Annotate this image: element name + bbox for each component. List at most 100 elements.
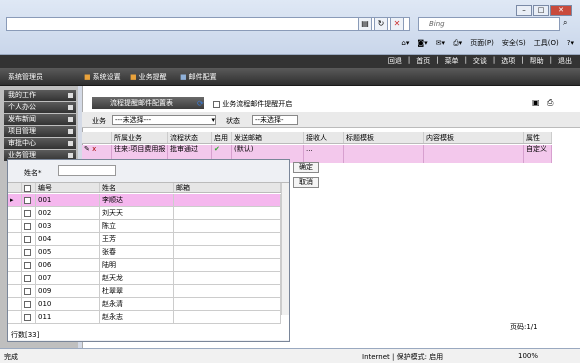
row-checkbox[interactable]	[22, 246, 36, 258]
zoom-level[interactable]: 100%	[518, 352, 538, 360]
grid-col-content-tpl[interactable]: 内容模板	[424, 132, 524, 143]
home-icon[interactable]: ⌂▾	[401, 39, 409, 47]
list-item[interactable]: 007 赵天龙	[8, 272, 281, 285]
link-chat[interactable]: 交谈	[473, 56, 487, 66]
row-checkbox[interactable]	[22, 298, 36, 310]
maximize-icon[interactable]: □	[533, 5, 549, 16]
search-input[interactable]: Bing	[418, 17, 560, 31]
minimize-icon[interactable]: –	[516, 5, 532, 16]
list-item[interactable]: ▸ 001 李顺达	[8, 194, 281, 207]
tab-mail-config[interactable]: ■ 邮件配置	[180, 72, 217, 82]
name-label: 姓名*	[24, 169, 42, 177]
list-item[interactable]: 004 王芳	[8, 233, 281, 246]
grid-col-biz[interactable]: 所属业务	[112, 132, 168, 143]
row-marker	[8, 233, 22, 245]
refresh-tab-icon[interactable]: ⟳	[197, 99, 204, 108]
row-checkbox[interactable]	[22, 220, 36, 232]
link-home[interactable]: 首页	[416, 56, 430, 66]
scrollbar[interactable]	[281, 183, 289, 315]
link-options[interactable]: 选项	[501, 56, 515, 66]
tab-business-reminder[interactable]: ■ 业务提醒	[130, 72, 167, 82]
grid-col-enabled[interactable]: 启用	[212, 132, 232, 143]
safety-menu[interactable]: 安全(S)	[502, 38, 526, 48]
address-bar[interactable]	[6, 17, 410, 31]
search-icon[interactable]: ⌕	[563, 18, 567, 28]
cancel-button[interactable]: 取消	[293, 177, 319, 188]
link-exit[interactable]: 退出	[558, 56, 572, 66]
stop-icon[interactable]: ✕	[390, 17, 404, 31]
row-marker	[8, 220, 22, 232]
link-back[interactable]: 回退	[388, 56, 402, 66]
list-item[interactable]: 005 张春	[8, 246, 281, 259]
col-id[interactable]: 编号	[36, 183, 100, 192]
cell-email	[174, 233, 281, 245]
sidebar-item-work[interactable]: 我的工作	[4, 90, 76, 101]
row-checkbox[interactable]	[22, 233, 36, 245]
tab-system-settings[interactable]: ■ 系统设置	[84, 72, 121, 82]
list-item[interactable]: 011 赵永志	[8, 311, 281, 324]
sidebar-item-office[interactable]: 个人办公	[4, 102, 76, 113]
status-text: 完成	[4, 353, 18, 361]
list-item[interactable]: 006 陆明	[8, 259, 281, 272]
row-marker	[8, 207, 22, 219]
user-table-header: 编号 姓名 邮箱	[8, 183, 281, 193]
grid-col-title-tpl[interactable]: 标题模板	[344, 132, 424, 143]
grid-col-attr[interactable]: 属性	[524, 132, 552, 143]
row-marker	[8, 311, 22, 323]
grid-col-receiver[interactable]: 接收人	[304, 132, 344, 143]
state-select[interactable]: --未选择-	[252, 115, 298, 125]
close-icon[interactable]: ✕	[550, 5, 572, 16]
feeds-icon[interactable]: ◙▾	[417, 39, 427, 47]
cell-id: 002	[36, 207, 100, 219]
link-help[interactable]: 帮助	[530, 56, 544, 66]
delete-icon[interactable]: x	[92, 145, 96, 153]
row-checkbox[interactable]	[22, 259, 36, 271]
cell-email	[174, 311, 281, 323]
biz-select[interactable]: ---未选择--- ▾	[112, 115, 216, 125]
print-page-icon[interactable]: ⎙	[547, 98, 553, 108]
col-name[interactable]: 姓名	[100, 183, 174, 192]
state-label: 状态	[226, 117, 240, 125]
sidebar-item-approval[interactable]: 审批中心	[4, 138, 76, 149]
export-icon[interactable]: ▣	[532, 98, 540, 107]
mail-icon[interactable]: ✉▾	[436, 39, 445, 47]
select-all-checkbox[interactable]	[22, 183, 36, 192]
cell-receiver[interactable]: ...	[304, 145, 344, 163]
print-icon[interactable]: ⎙▾	[453, 39, 462, 48]
ok-button[interactable]: 确定	[293, 162, 319, 173]
row-checkbox[interactable]	[22, 285, 36, 297]
sidebar-item-news[interactable]: 发布新闻	[4, 114, 76, 125]
cell-id: 006	[36, 259, 100, 271]
sidebar-item-project[interactable]: 项目管理	[4, 126, 76, 137]
edit-icon[interactable]: ✎	[84, 145, 90, 153]
enable-checkbox[interactable]	[213, 100, 220, 108]
compat-icon[interactable]: ▤	[358, 17, 372, 31]
row-marker	[8, 285, 22, 297]
page-menu[interactable]: 页面(P)	[470, 38, 494, 48]
help-icon[interactable]: ?▾	[567, 39, 574, 47]
cell-name: 陈立	[100, 220, 174, 232]
top-links: 回退 | 首页 | 菜单 | 交谈 | 选项 | 帮助 | 退出	[387, 56, 572, 66]
cell-email	[174, 285, 281, 297]
mail-config-icon: ■	[180, 73, 187, 81]
link-menu[interactable]: 菜单	[445, 56, 459, 66]
row-checkbox[interactable]	[22, 272, 36, 284]
grid-col-mail[interactable]: 发送邮箱	[232, 132, 304, 143]
list-item[interactable]: 010 赵永清	[8, 298, 281, 311]
row-marker	[8, 259, 22, 271]
list-item[interactable]: 009 杜翠翠	[8, 285, 281, 298]
row-checkbox[interactable]	[22, 311, 36, 323]
window-controls: – □ ✕	[516, 5, 572, 16]
refresh-icon[interactable]: ↻	[374, 17, 388, 31]
name-input[interactable]	[58, 165, 116, 176]
col-email[interactable]: 邮箱	[174, 183, 281, 192]
cell-email	[174, 220, 281, 232]
row-checkbox[interactable]	[22, 207, 36, 219]
row-checkbox[interactable]	[22, 194, 36, 206]
list-item[interactable]: 003 陈立	[8, 220, 281, 233]
list-item[interactable]: 002 刘天天	[8, 207, 281, 220]
grid-col-state[interactable]: 流程状态	[168, 132, 212, 143]
enable-toggle[interactable]: 业务流程邮件提醒开启	[213, 99, 292, 109]
tab-mail-config-table[interactable]: 流程提醒邮件配置表	[92, 97, 204, 109]
tools-menu[interactable]: 工具(O)	[534, 38, 559, 48]
